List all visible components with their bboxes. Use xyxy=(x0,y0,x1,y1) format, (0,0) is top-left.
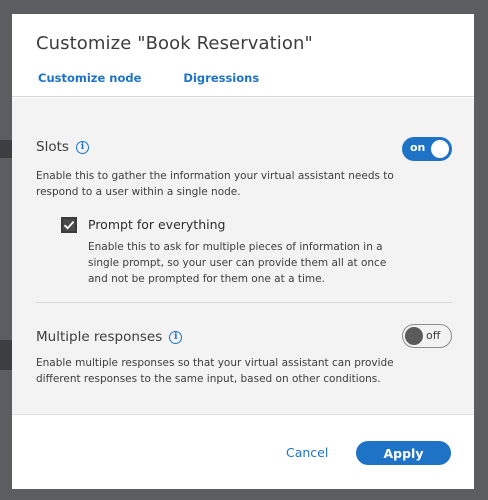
multiple-responses-toggle[interactable]: off xyxy=(402,324,452,348)
multiple-responses-toggle-label: off xyxy=(426,329,441,342)
slots-toggle[interactable]: on xyxy=(402,137,452,161)
backdrop-fragment xyxy=(0,140,12,158)
info-icon[interactable]: i xyxy=(169,330,183,344)
toggle-knob xyxy=(431,140,449,158)
prompt-for-everything-checkbox[interactable] xyxy=(61,217,77,233)
slots-toggle-label: on xyxy=(410,141,426,154)
customize-node-modal: Customize "Book Reservation" Customize n… xyxy=(12,14,474,489)
multiple-responses-title: Multiple responses xyxy=(36,329,163,345)
slots-title: Slots xyxy=(36,139,69,155)
multiple-responses-description: Enable multiple responses so that your v… xyxy=(36,357,394,385)
modal-header: Customize "Book Reservation" Customize n… xyxy=(12,14,474,100)
multiple-responses-heading: Multiple responses i xyxy=(36,329,183,345)
tab-divider xyxy=(12,96,474,97)
modal-footer: Cancel Apply xyxy=(12,414,474,489)
toggle-knob xyxy=(405,327,423,345)
backdrop-fragment xyxy=(0,340,12,370)
cancel-button[interactable]: Cancel xyxy=(286,445,328,460)
slots-description: Enable this to gather the information yo… xyxy=(36,170,394,198)
info-icon[interactable]: i xyxy=(75,140,89,154)
prompt-for-everything-label: Prompt for everything xyxy=(88,217,226,232)
checkmark-icon xyxy=(63,220,75,230)
modal-body: Slots i on Enable this to gather the inf… xyxy=(12,98,474,414)
prompt-for-everything-description: Enable this to ask for multiple pieces o… xyxy=(88,241,387,285)
modal-title: Customize "Book Reservation" xyxy=(36,33,313,54)
apply-button[interactable]: Apply xyxy=(356,441,451,465)
slots-heading: Slots i xyxy=(36,139,89,155)
section-divider xyxy=(36,302,452,303)
